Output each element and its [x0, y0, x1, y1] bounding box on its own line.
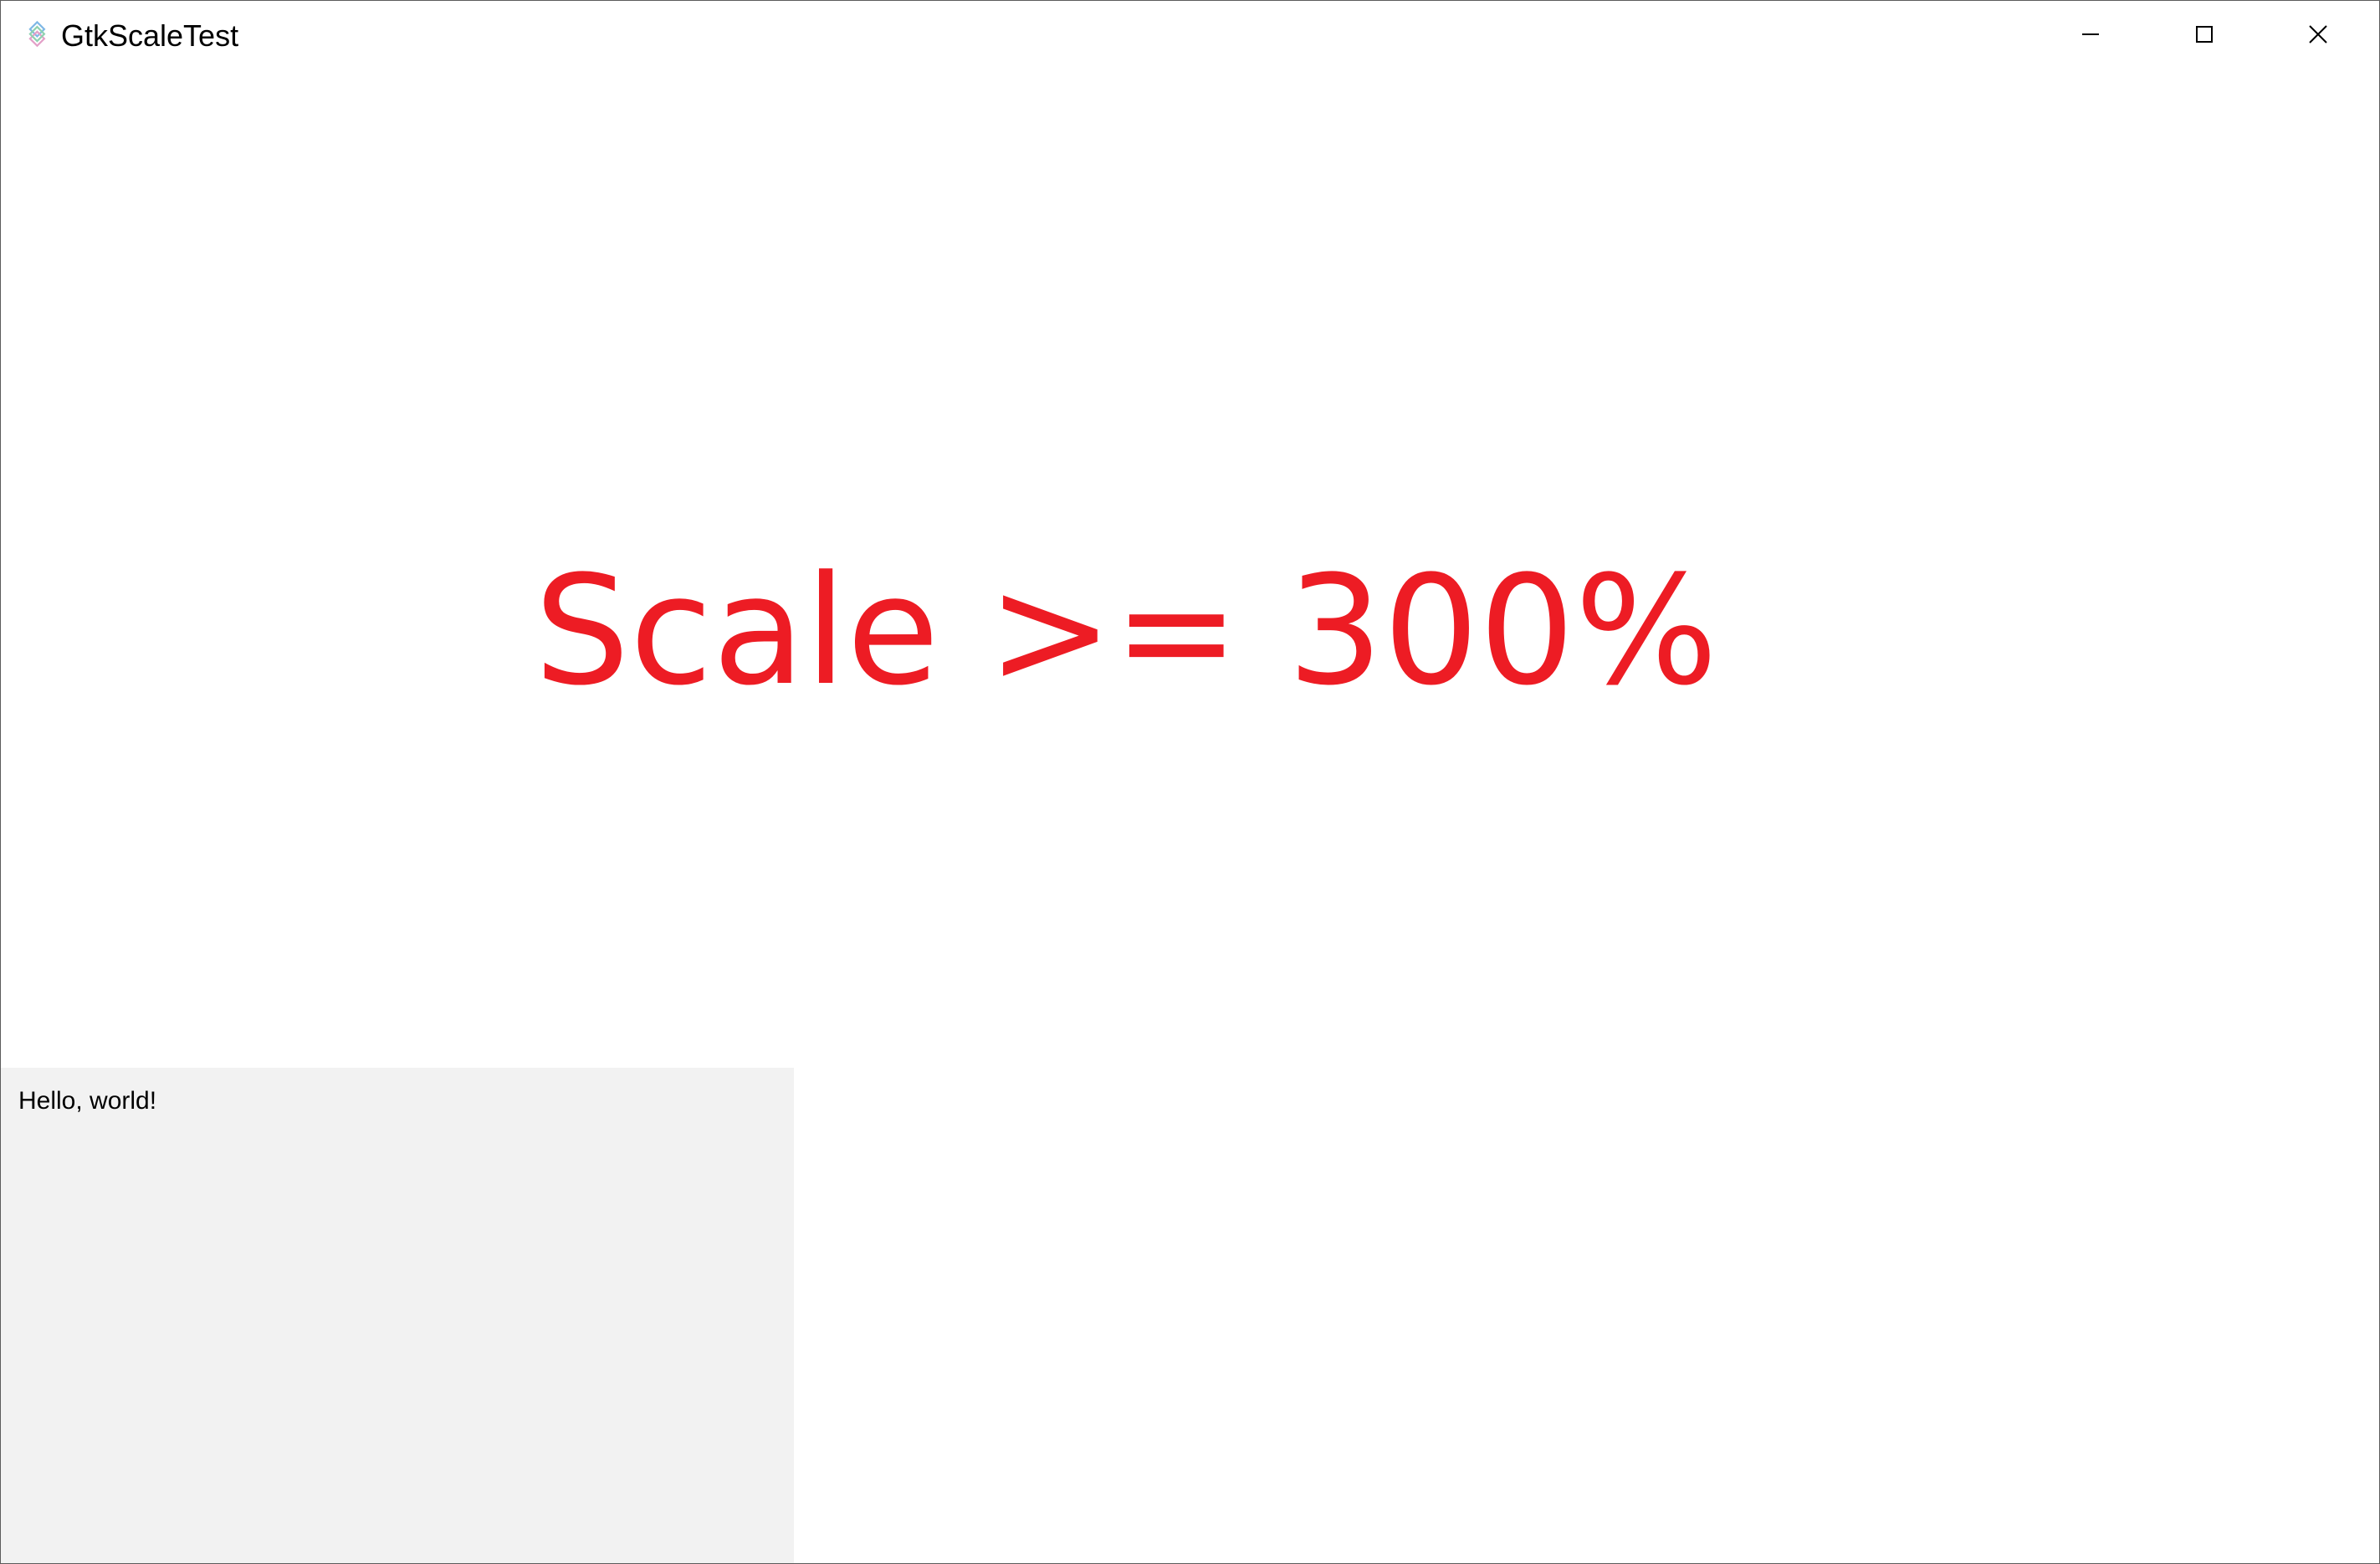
- hello-label: Hello, world!: [18, 1087, 157, 1115]
- minimize-icon: [2081, 25, 2100, 48]
- window-content: Scale >= 300% Hello, world!: [1, 71, 2379, 1563]
- window-title: GtkScaleTest: [61, 18, 239, 53]
- hello-panel: Hello, world!: [1, 1068, 794, 1563]
- title-bar[interactable]: GtkScaleTest: [1, 1, 2379, 71]
- close-icon: [2309, 24, 2327, 48]
- minimize-button[interactable]: [2034, 1, 2147, 71]
- maximize-icon: [2195, 25, 2214, 48]
- scale-label: Scale >= 300%: [534, 544, 1718, 719]
- app-window: GtkScaleTest Scale >= 300% Hello, world!: [0, 0, 2380, 1564]
- gtk-logo-icon: [21, 20, 51, 50]
- maximize-button[interactable]: [2147, 1, 2261, 71]
- close-button[interactable]: [2261, 1, 2375, 71]
